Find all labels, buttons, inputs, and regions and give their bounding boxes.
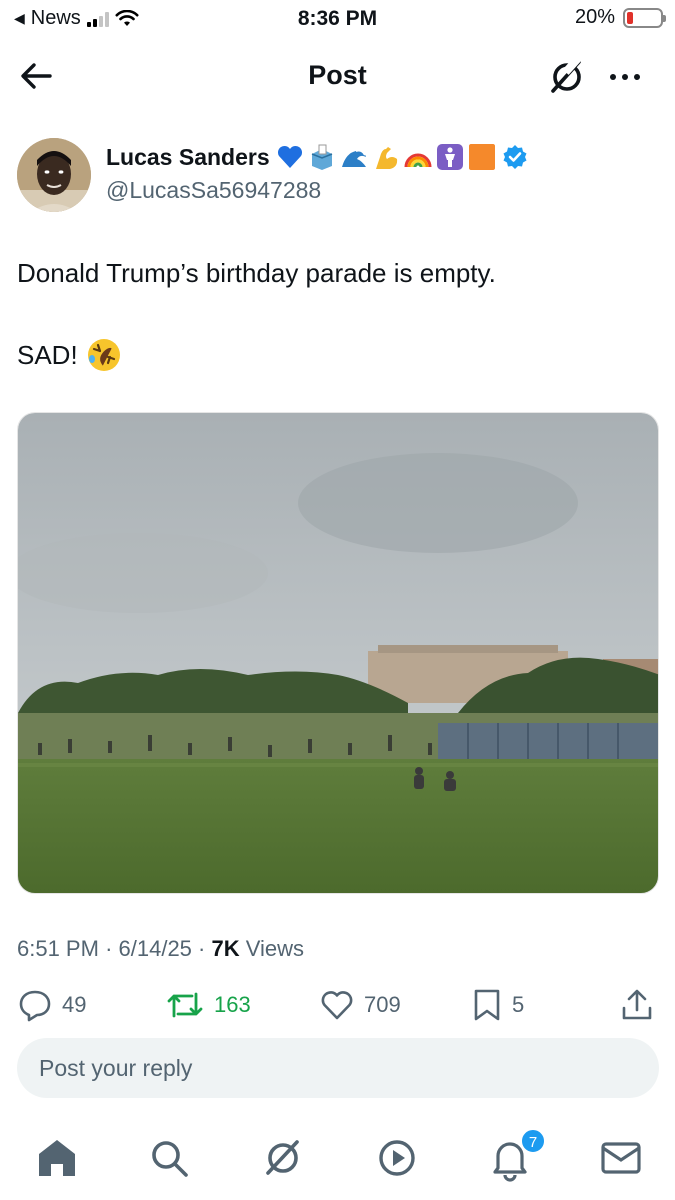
reply-button[interactable]: 49 <box>18 988 86 1022</box>
bottom-nav <box>0 1118 675 1200</box>
verified-badge-icon <box>503 145 527 169</box>
author-emojis <box>276 143 496 171</box>
media-play-icon[interactable] <box>373 1134 421 1182</box>
tweet-time: 6:51 PM <box>17 936 99 961</box>
views-count[interactable]: 7K <box>212 936 240 961</box>
reply-placeholder: Post your reply <box>39 1055 193 1081</box>
messages-envelope-icon[interactable] <box>597 1134 645 1182</box>
rolling-laughing-emoji-icon <box>87 339 120 371</box>
reply-input[interactable]: Post your reply <box>17 1038 659 1098</box>
bookmark-button[interactable]: 5 <box>472 988 524 1022</box>
bookmark-icon <box>474 989 500 1021</box>
share-icon <box>622 989 652 1020</box>
author-name: Lucas Sanders <box>106 143 270 170</box>
bookmark-count: 5 <box>512 992 525 1017</box>
repost-icon <box>167 992 203 1018</box>
author-handle[interactable]: @LucasSa56947288 <box>106 177 321 204</box>
like-count: 709 <box>364 992 401 1017</box>
tweet-actions: 49 163 709 5 <box>0 988 675 1028</box>
tweet-text-sad: SAD! <box>17 340 78 370</box>
search-icon[interactable] <box>145 1134 193 1182</box>
like-button[interactable]: 709 <box>320 988 401 1022</box>
views-label: Views <box>245 936 305 961</box>
more-options-icon[interactable] <box>604 56 646 98</box>
rainbow-icon <box>404 153 432 168</box>
parade-ground-photo <box>18 413 658 893</box>
grok-nav-icon[interactable] <box>259 1134 307 1182</box>
reply-icon <box>19 990 51 1022</box>
tweet-meta: 6:51 PM · 6/14/25 · 7K Views <box>17 936 304 962</box>
repost-count: 163 <box>214 992 251 1017</box>
tweet-date: 6/14/25 <box>118 936 192 961</box>
heart-icon <box>321 991 353 1020</box>
flexed-biceps-icon <box>375 147 397 169</box>
person-symbol-icon <box>436 144 463 170</box>
ballot-box-icon <box>311 144 332 170</box>
repost-button[interactable]: 163 <box>166 988 251 1022</box>
orange-square-icon <box>468 144 495 170</box>
tweet-media-photo[interactable] <box>17 412 659 894</box>
avatar-image <box>17 138 91 212</box>
author-name-row[interactable]: Lucas Sanders <box>106 143 528 171</box>
status-time: 8:36 PM <box>297 7 378 30</box>
reply-count: 49 <box>62 992 87 1017</box>
post-header: Post <box>0 44 675 106</box>
battery-icon <box>623 7 666 28</box>
home-icon[interactable] <box>33 1134 81 1182</box>
avatar[interactable] <box>17 138 91 212</box>
grok-icon[interactable] <box>546 56 588 98</box>
status-battery: 20% <box>574 6 666 29</box>
share-button[interactable] <box>620 988 654 1022</box>
status-bar: ◀ News 8:36 PM 20% <box>0 0 675 38</box>
tweet-text-line-2: SAD! <box>17 337 122 373</box>
meta-separator: · <box>105 936 119 961</box>
blue-heart-icon <box>277 145 302 168</box>
meta-separator: · <box>198 936 212 961</box>
notifications-badge: 7 <box>520 1128 546 1154</box>
tweet-text-line-1: Donald Trump’s birthday parade is empty. <box>17 258 496 288</box>
battery-percent: 20% <box>574 6 615 28</box>
water-wave-icon <box>341 149 366 167</box>
